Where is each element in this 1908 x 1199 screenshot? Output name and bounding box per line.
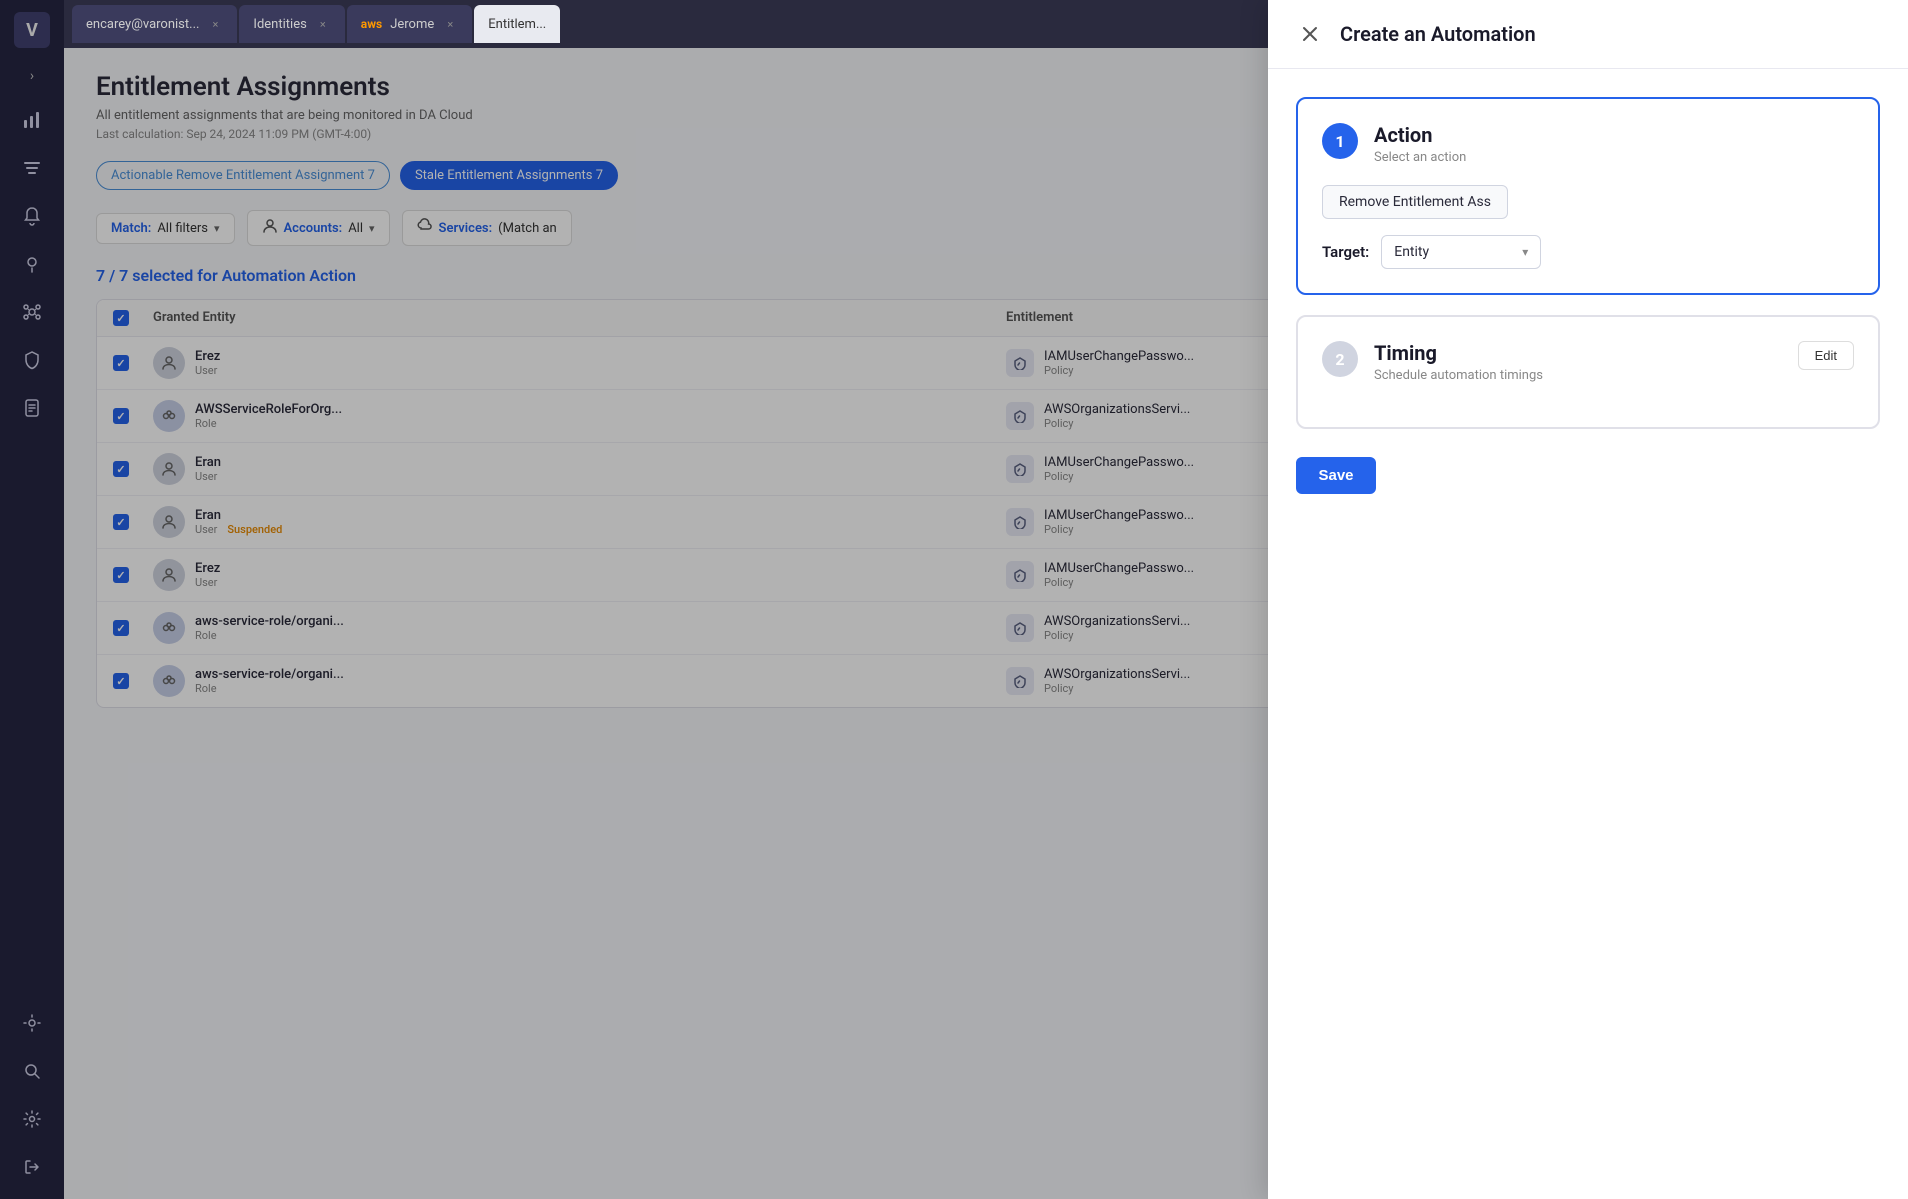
sidebar-item-graph[interactable]	[12, 292, 52, 332]
tab-label: Entitlem...	[488, 17, 546, 32]
tab-entitlement[interactable]: Entitlem...	[474, 5, 560, 43]
automation-panel: Create an Automation 1 Action Select an …	[1268, 0, 1908, 1199]
step-title-action: Action	[1374, 123, 1466, 147]
sidebar-item-analytics[interactable]	[12, 100, 52, 140]
tab-label: Identities	[253, 17, 306, 32]
target-row: Target: Entity ▾	[1322, 235, 1854, 269]
sidebar-item-filters[interactable]	[12, 148, 52, 188]
step-number-1: 1	[1322, 123, 1358, 159]
sidebar-item-reports[interactable]	[12, 388, 52, 428]
step-title-timing: Timing	[1374, 341, 1543, 365]
panel-body: 1 Action Select an action Remove Entitle…	[1268, 69, 1908, 1199]
tab-close-jerome[interactable]: ×	[442, 16, 458, 32]
sidebar-item-shield[interactable]	[12, 340, 52, 380]
sidebar-item-insights[interactable]	[12, 244, 52, 284]
tab-close-identities[interactable]: ×	[315, 16, 331, 32]
target-select[interactable]: Entity ▾	[1381, 235, 1541, 269]
step-card-action: 1 Action Select an action Remove Entitle…	[1296, 97, 1880, 295]
panel-close-button[interactable]	[1296, 20, 1324, 48]
tab-label: encarey@varonist...	[86, 17, 199, 32]
sidebar-item-bell[interactable]	[12, 196, 52, 236]
step-header-action: 1 Action Select an action	[1322, 123, 1854, 165]
chevron-down-icon: ▾	[1522, 245, 1528, 259]
sidebar-item-sun[interactable]	[12, 1003, 52, 1043]
aws-icon: aws	[361, 17, 382, 31]
step-number-2: 2	[1322, 341, 1358, 377]
sidebar-item-search[interactable]	[12, 1051, 52, 1091]
save-button-container: Save	[1296, 449, 1880, 494]
tab-identities[interactable]: Identities ×	[239, 5, 344, 43]
panel-title: Create an Automation	[1340, 22, 1536, 46]
step-subtitle-action: Select an action	[1374, 150, 1466, 165]
tab-encarey[interactable]: encarey@varonist... ×	[72, 5, 237, 43]
save-button[interactable]: Save	[1296, 457, 1376, 494]
tab-close-encarey[interactable]: ×	[207, 16, 223, 32]
sidebar-item-logout[interactable]	[12, 1147, 52, 1187]
action-chip: Remove Entitlement Ass	[1322, 185, 1508, 219]
tab-label: Jerome	[390, 17, 434, 32]
panel-header: Create an Automation	[1268, 0, 1908, 69]
step-header-timing: 2 Timing Schedule automation timings Edi…	[1322, 341, 1854, 383]
tab-jerome[interactable]: aws Jerome ×	[347, 5, 472, 43]
target-select-value: Entity	[1394, 244, 1429, 260]
logo-text: V	[26, 20, 38, 41]
step-card-timing: 2 Timing Schedule automation timings Edi…	[1296, 315, 1880, 429]
target-label: Target:	[1322, 243, 1369, 261]
sidebar-item-settings[interactable]	[12, 1099, 52, 1139]
sidebar-logo: V	[14, 12, 50, 48]
step-subtitle-timing: Schedule automation timings	[1374, 368, 1543, 383]
timing-edit-button[interactable]: Edit	[1798, 341, 1854, 370]
sidebar: V ›	[0, 0, 64, 1199]
sidebar-expand-button[interactable]: ›	[20, 64, 44, 88]
